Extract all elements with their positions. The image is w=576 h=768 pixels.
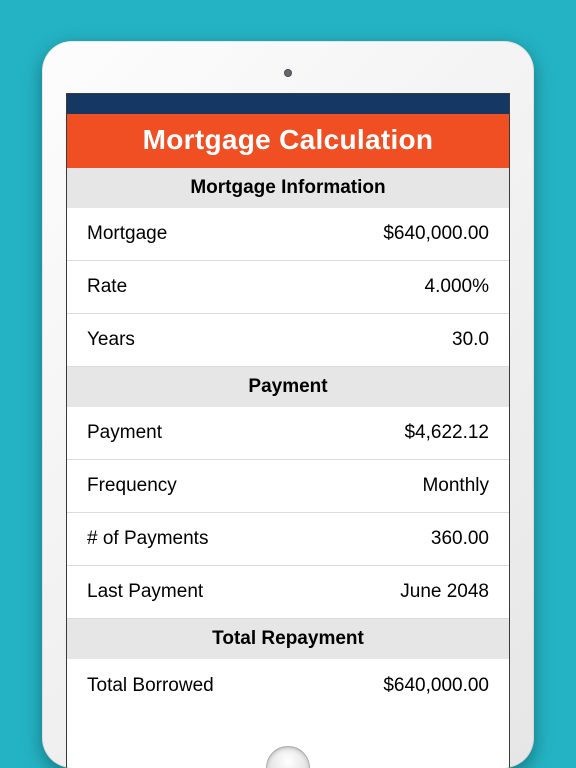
label-total-borrowed: Total Borrowed (87, 675, 214, 697)
row-years[interactable]: Years 30.0 (67, 314, 509, 367)
section-header-info: Mortgage Information (67, 168, 509, 208)
value-rate: 4.000% (425, 276, 489, 298)
label-payment: Payment (87, 422, 162, 444)
row-num-payments[interactable]: # of Payments 360.00 (67, 513, 509, 566)
label-rate: Rate (87, 276, 127, 298)
row-rate[interactable]: Rate 4.000% (67, 261, 509, 314)
section-header-payment: Payment (67, 367, 509, 407)
page-title: Mortgage Calculation (67, 114, 509, 168)
tablet-camera (284, 69, 292, 77)
value-last-payment: June 2048 (400, 581, 489, 603)
value-years: 30.0 (452, 329, 489, 351)
row-mortgage[interactable]: Mortgage $640,000.00 (67, 208, 509, 261)
row-frequency[interactable]: Frequency Monthly (67, 460, 509, 513)
row-total-borrowed[interactable]: Total Borrowed $640,000.00 (67, 659, 509, 712)
app-screen: Mortgage Calculation Mortgage Informatio… (66, 93, 510, 768)
row-payment[interactable]: Payment $4,622.12 (67, 407, 509, 460)
label-num-payments: # of Payments (87, 528, 208, 550)
tablet-frame: Mortgage Calculation Mortgage Informatio… (42, 41, 534, 768)
section-header-repayment: Total Repayment (67, 619, 509, 659)
label-last-payment: Last Payment (87, 581, 203, 603)
status-bar (67, 94, 509, 114)
label-mortgage: Mortgage (87, 223, 167, 245)
value-frequency: Monthly (422, 475, 489, 497)
label-years: Years (87, 329, 135, 351)
value-mortgage: $640,000.00 (383, 223, 489, 245)
value-num-payments: 360.00 (431, 528, 489, 550)
row-last-payment[interactable]: Last Payment June 2048 (67, 566, 509, 619)
label-frequency: Frequency (87, 475, 177, 497)
value-payment: $4,622.12 (404, 422, 489, 444)
value-total-borrowed: $640,000.00 (383, 675, 489, 697)
